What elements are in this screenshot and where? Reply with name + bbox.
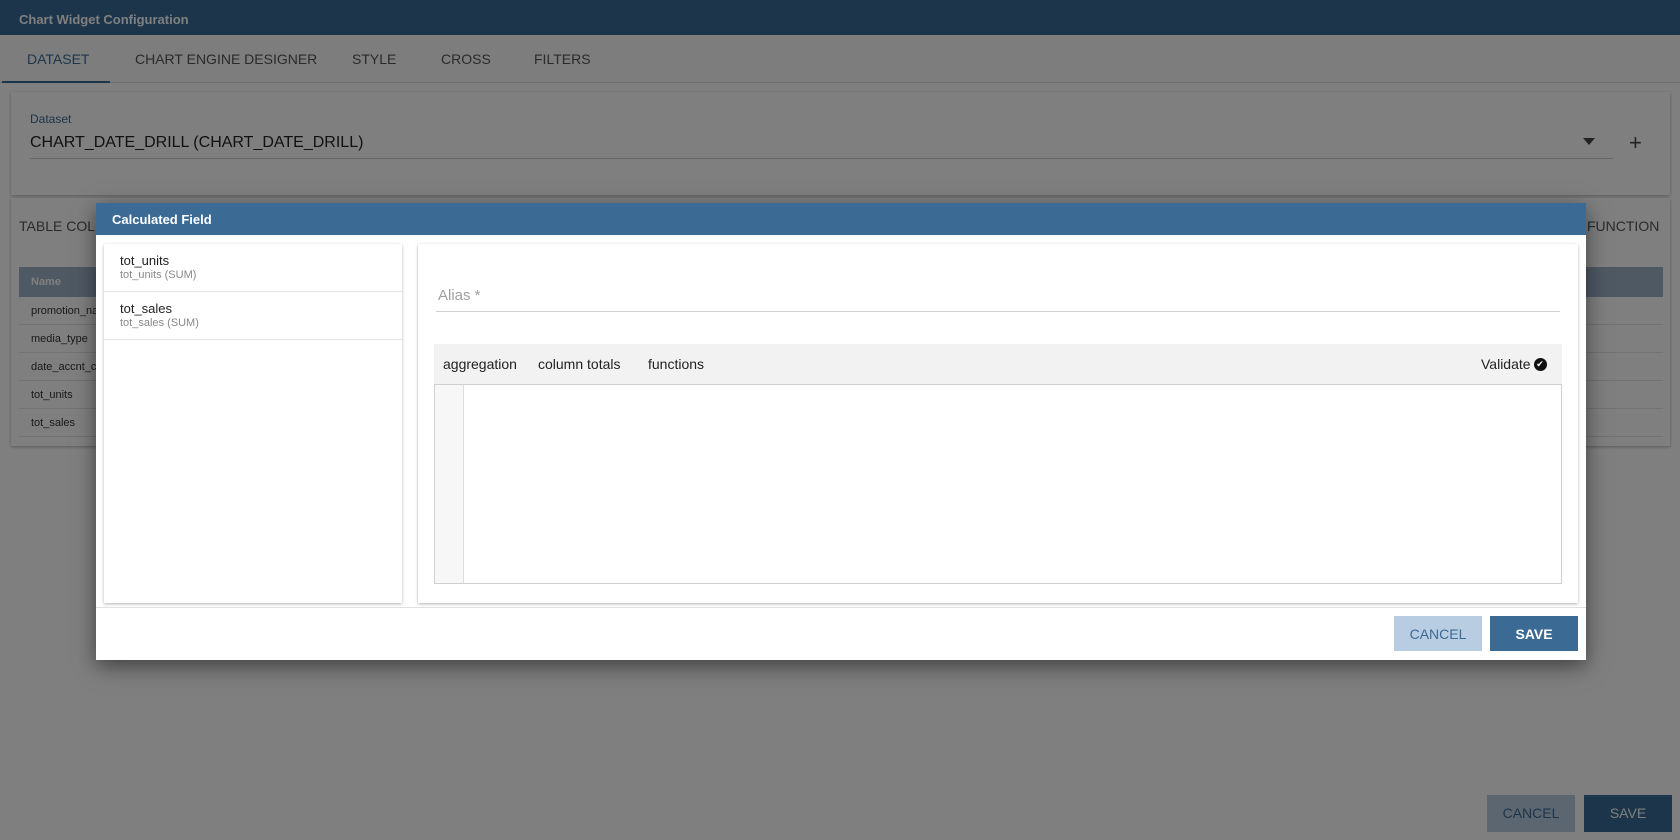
functions-menu[interactable]: functions: [648, 344, 704, 384]
field-aggregation: tot_sales (SUM): [120, 317, 199, 329]
formula-toolbar: aggregation column totals functions Vali…: [434, 344, 1562, 384]
aggregation-menu[interactable]: aggregation: [443, 344, 517, 384]
dialog-header: Calculated Field: [96, 203, 1586, 235]
list-item[interactable]: tot_units tot_units (SUM): [104, 244, 402, 292]
dialog-footer-divider: [96, 607, 1586, 608]
column-totals-menu[interactable]: column totals: [538, 344, 620, 384]
formula-editor-card: aggregation column totals functions Vali…: [418, 244, 1578, 603]
field-name: tot_sales: [120, 301, 173, 316]
validate-button[interactable]: Validate ✔: [1481, 344, 1547, 384]
calculated-field-dialog: Calculated Field tot_units tot_units (SU…: [96, 203, 1586, 660]
field-list: tot_units tot_units (SUM) tot_sales tot_…: [104, 244, 402, 603]
alias-input[interactable]: [436, 280, 1560, 312]
code-gutter: [435, 385, 464, 583]
formula-code-editor[interactable]: [434, 384, 1562, 584]
cancel-button[interactable]: CANCEL: [1394, 616, 1482, 651]
field-aggregation: tot_units (SUM): [120, 269, 197, 281]
list-item[interactable]: tot_sales tot_sales (SUM): [104, 292, 402, 340]
dialog-title: Calculated Field: [112, 212, 212, 227]
field-name: tot_units: [120, 253, 170, 268]
check-circle-icon: ✔: [1533, 357, 1547, 371]
save-button[interactable]: SAVE: [1490, 616, 1578, 651]
validate-label: Validate: [1481, 356, 1531, 372]
